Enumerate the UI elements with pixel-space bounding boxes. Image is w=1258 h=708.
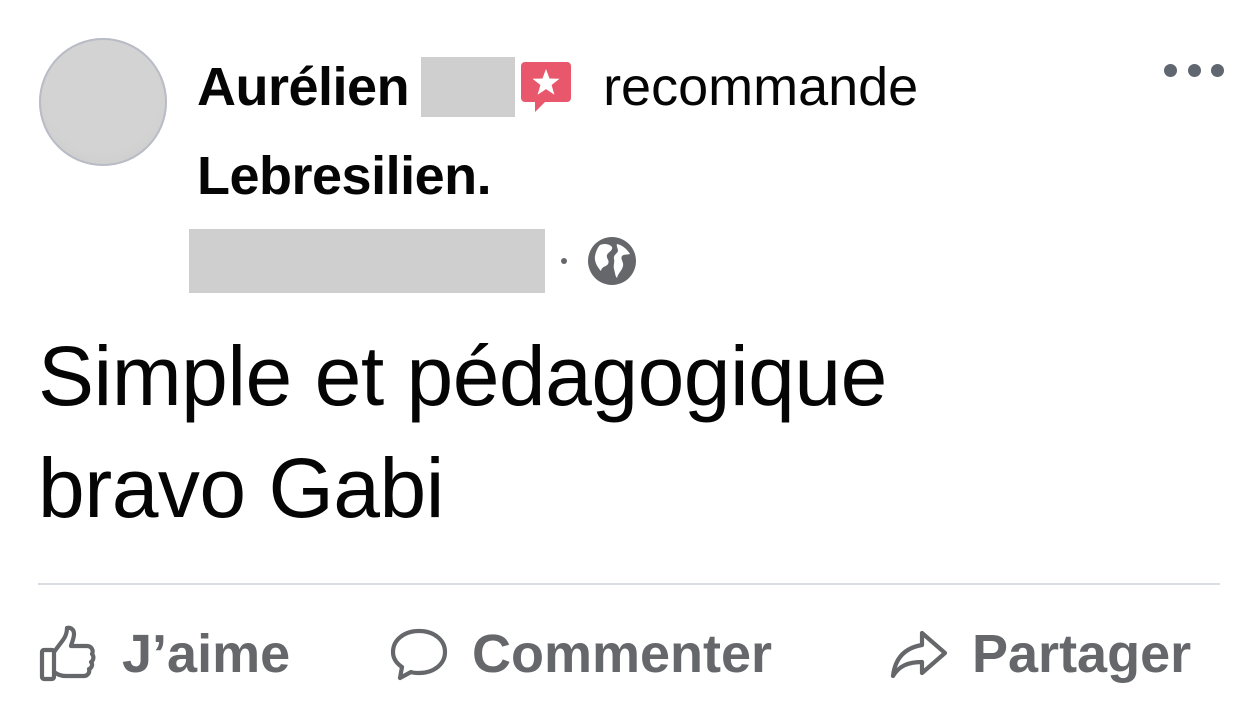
- meta-separator-dot: [561, 258, 567, 264]
- globe-icon[interactable]: [586, 235, 638, 287]
- feed-post: Aurélien recommande Lebresilien. Simple …: [0, 0, 1258, 708]
- author-avatar[interactable]: [39, 38, 167, 166]
- share-arrow-icon: [890, 630, 948, 679]
- redacted-timestamp: [189, 229, 545, 293]
- actions-divider: [38, 583, 1220, 585]
- share-button[interactable]: Partager: [888, 618, 1191, 690]
- more-options-icon[interactable]: [1164, 56, 1224, 84]
- more-dot: [1164, 63, 1177, 77]
- share-label: Partager: [972, 624, 1192, 684]
- author-name[interactable]: Aurélien: [197, 56, 410, 118]
- recommend-text: recommande: [603, 57, 919, 117]
- post-body-line: bravo Gabi: [38, 441, 444, 535]
- like-label: J’aime: [122, 624, 291, 684]
- comment-bubble-icon: [390, 628, 448, 681]
- post-body-line: Simple et pédagogique: [38, 329, 887, 423]
- post-meta: [189, 229, 638, 293]
- like-button[interactable]: J’aime: [38, 618, 290, 690]
- redacted-author-surname: [421, 57, 516, 117]
- more-dot: [1211, 63, 1224, 77]
- post-body: Simple et pédagogique bravo Gabi: [38, 320, 1198, 544]
- more-dot: [1187, 63, 1201, 77]
- comment-label: Commenter: [472, 624, 773, 684]
- comment-button[interactable]: Commenter: [388, 618, 772, 690]
- post-header: Aurélien recommande: [197, 55, 918, 119]
- post-actions: J’aime Commenter Partager: [38, 618, 1220, 690]
- recommended-page-name[interactable]: Lebresilien.: [197, 145, 492, 207]
- thumbs-up-icon: [39, 625, 96, 682]
- recommend-star-icon: [519, 58, 573, 116]
